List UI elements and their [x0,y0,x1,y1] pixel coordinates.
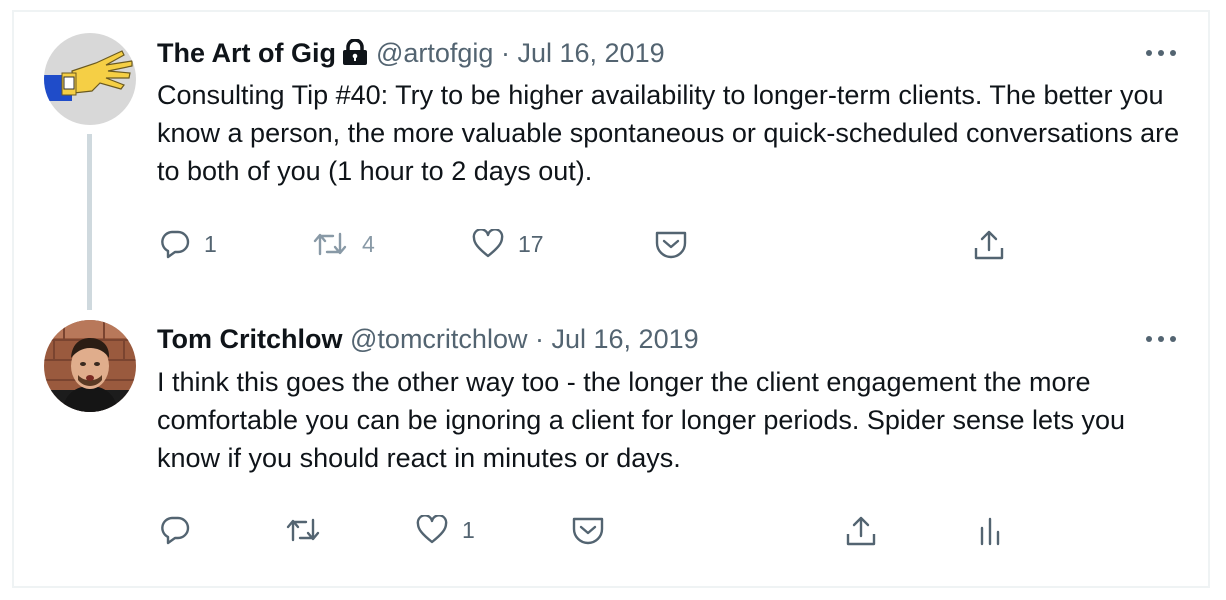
reply-icon [160,515,190,545]
separator: · [534,324,544,354]
reply-button[interactable] [160,515,204,545]
tweet-date[interactable]: Jul 16, 2019 [552,324,699,354]
pocket-icon [571,515,605,547]
share-icon [973,228,1005,262]
tweet-text: I think this goes the other way too - th… [157,367,1126,473]
analytics-button[interactable] [978,516,1002,546]
tweet-date[interactable]: Jul 16, 2019 [517,38,664,68]
avatar-artofgig[interactable] [44,33,136,125]
author-handle[interactable]: @artofgig [376,38,493,68]
more-icon[interactable] [1146,48,1176,58]
reply-count: 1 [204,230,217,257]
share-icon [845,514,877,548]
lock-icon [340,38,370,72]
reply-icon [160,229,190,259]
tweet-1[interactable]: The Art of Gig @artofgig · Jul 16, 2019 C… [0,0,1226,310]
author-name[interactable]: The Art of Gig [157,38,336,68]
analytics-icon [978,516,1002,546]
separator: · [500,38,510,68]
more-icon[interactable] [1146,334,1176,344]
like-icon [416,515,448,545]
retweet-count: 4 [362,230,375,257]
reply-button[interactable]: 1 [160,229,217,259]
share-button[interactable] [845,514,877,548]
pocket-button[interactable] [654,229,688,261]
like-icon [472,229,504,259]
retweet-icon [312,229,348,259]
retweet-button[interactable] [285,515,335,545]
share-button[interactable] [973,228,1005,262]
tweet-2[interactable]: Tom Critchlow @tomcritchlow · Jul 16, 20… [0,310,1226,590]
like-count: 1 [462,516,475,543]
retweet-button[interactable]: 4 [312,229,375,259]
author-name[interactable]: Tom Critchlow [157,324,343,354]
pocket-icon [654,229,688,261]
avatar-tomcritchlow[interactable] [44,320,136,412]
tweet-header: Tom Critchlow @tomcritchlow · Jul 16, 20… [157,323,699,355]
retweet-icon [285,515,321,545]
like-button[interactable]: 17 [472,229,544,259]
thread-line [87,134,92,310]
like-button[interactable]: 1 [416,515,475,545]
author-handle[interactable]: @tomcritchlow [350,324,527,354]
pocket-button[interactable] [571,515,605,547]
like-count: 17 [518,230,544,257]
tweet-text: Consulting Tip #40: Try to be higher ava… [157,80,1180,186]
tweet-header: The Art of Gig @artofgig · Jul 16, 2019 [157,37,665,72]
